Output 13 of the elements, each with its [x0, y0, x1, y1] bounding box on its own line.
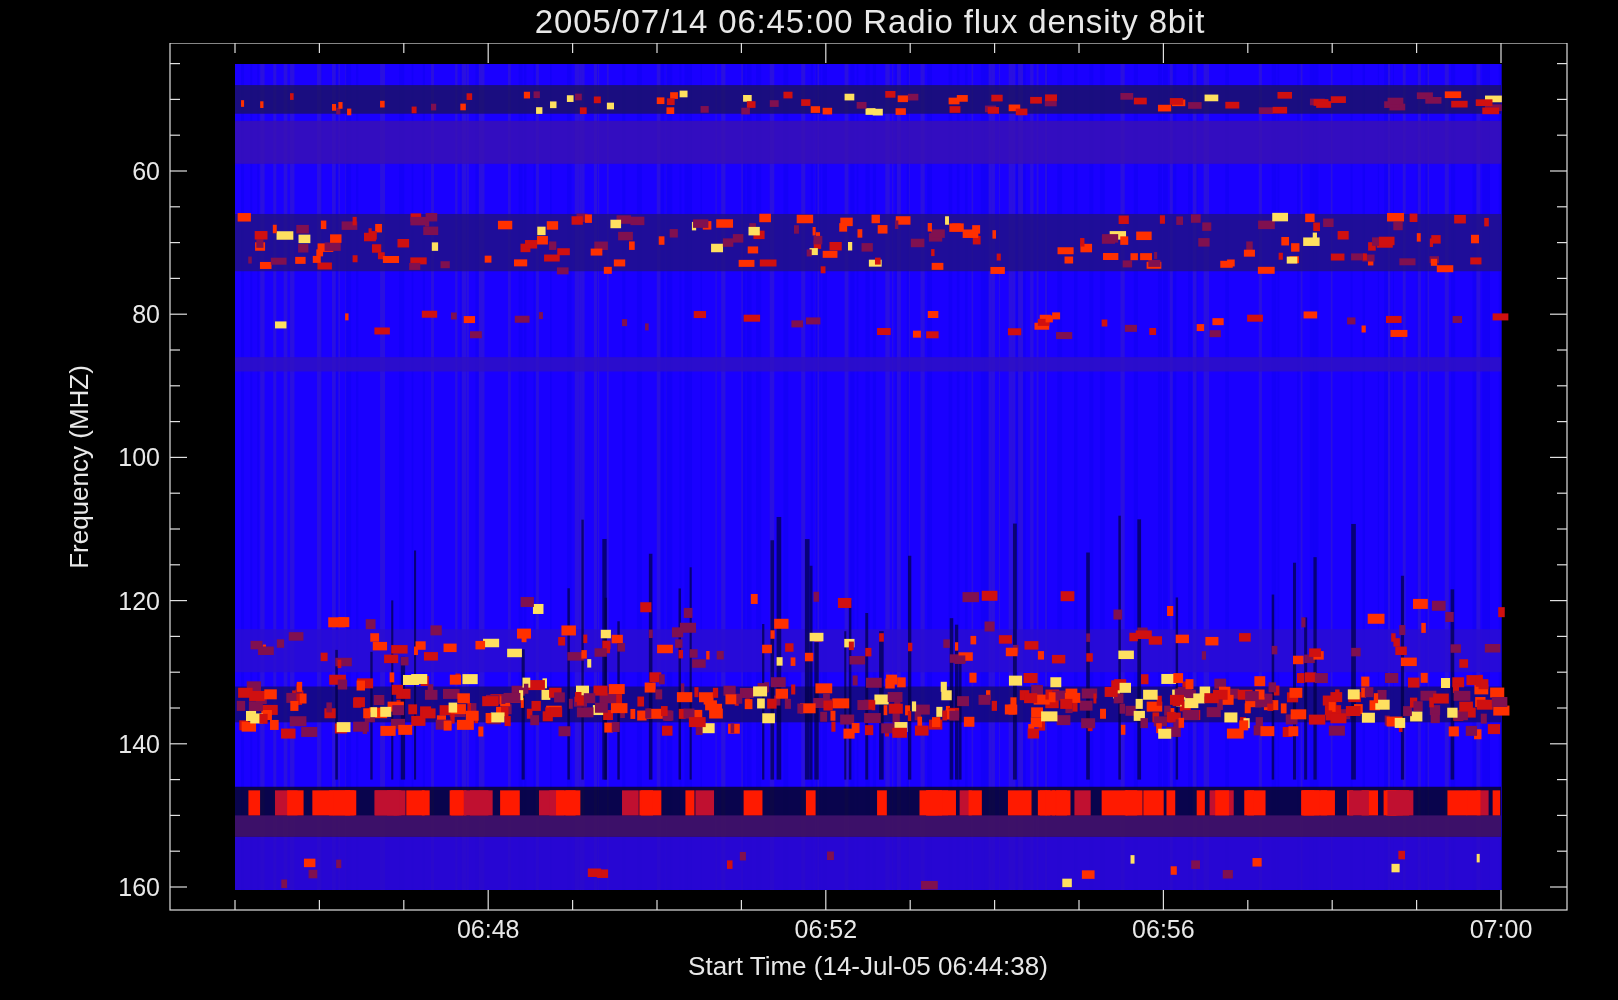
x-axis-label: Start Time (14-Jul-05 06:44:38) [688, 951, 1048, 981]
y-axis-label: Frequency (MHZ) [64, 365, 94, 569]
y-tick-label: 60 [132, 157, 160, 185]
x-tick-label: 07:00 [1469, 915, 1533, 943]
x-tick-label: 06:48 [456, 915, 520, 943]
y-tick-label: 140 [118, 729, 160, 758]
y-tick-label: 120 [118, 586, 160, 615]
x-tick-label: 06:52 [794, 915, 858, 943]
y-tick-label: 160 [118, 873, 160, 901]
x-tick-label: 06:56 [1132, 915, 1195, 943]
y-tick-label: 80 [132, 300, 160, 329]
y-tick-label: 100 [118, 443, 160, 472]
chart-title: 2005/07/14 06:45:00 Radio flux density 8bit [534, 5, 1206, 38]
